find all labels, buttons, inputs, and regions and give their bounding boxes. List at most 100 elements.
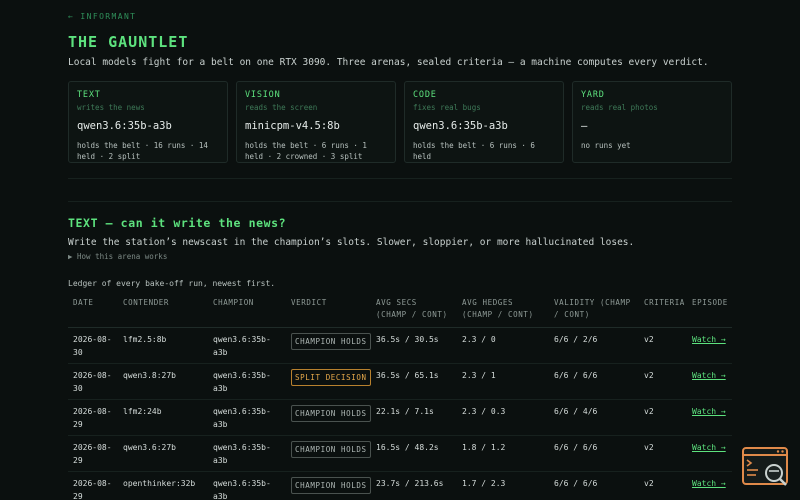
col-header-avg-hedges: AVG HEDGES (CHAMP / CONT) [457, 294, 549, 328]
col-header-validity: VALIDITY (CHAMP / CONT) [549, 294, 639, 328]
cell-validity: 6/6 / 6/6 [549, 363, 639, 400]
cell-validity: 6/6 / 2/6 [549, 327, 639, 364]
cell-episode: Watch → [687, 399, 732, 436]
divider [68, 178, 732, 179]
cell-verdict: SPLIT DECISION [286, 363, 371, 400]
section-description: Write the station’s newscast in the cham… [68, 237, 635, 248]
cell-criteria: v2 [639, 399, 687, 436]
cell-validity: 6/6 / 6/6 [549, 471, 639, 500]
arena-card-desc: reads the screen [245, 103, 318, 112]
cell-verdict: CHAMPION HOLDS [286, 399, 371, 436]
arena-card-desc: writes the news [77, 103, 145, 112]
ledger-body: 2026-08-30 lfm2.5:8b qwen3.6:35b-a3b CHA… [68, 327, 732, 500]
table-row: 2026-08-30 lfm2.5:8b qwen3.6:35b-a3b CHA… [68, 327, 732, 364]
cell-hedges: 2.3 / 0 [457, 327, 549, 364]
cell-contender: openthinker:32b [118, 471, 208, 500]
cell-hedges: 2.3 / 1 [457, 363, 549, 400]
cell-secs: 36.5s / 30.5s [371, 327, 457, 364]
watch-episode-link[interactable]: Watch → [692, 335, 726, 344]
cell-champion: qwen3.6:35b-a3b [208, 435, 286, 472]
verdict-badge: SPLIT DECISION [291, 369, 371, 386]
col-header-episode: EPISODE [687, 294, 732, 328]
watch-episode-link[interactable]: Watch → [692, 443, 726, 452]
ledger-caption: Ledger of every bake-off run, newest fir… [68, 279, 276, 288]
cell-episode: Watch → [687, 435, 732, 472]
cell-date: 2026-08-30 [68, 327, 118, 364]
cell-contender: lfm2:24b [118, 399, 208, 436]
ledger-header-row: DATE CONTENDER CHAMPION VERDICT AVG SECS… [68, 294, 732, 328]
cell-date: 2026-08-29 [68, 435, 118, 472]
cell-criteria: v2 [639, 327, 687, 364]
cell-date: 2026-08-30 [68, 363, 118, 400]
cell-champion: qwen3.6:35b-a3b [208, 327, 286, 364]
terminal-search-icon-graphic [742, 447, 788, 486]
cell-verdict: CHAMPION HOLDS [286, 327, 371, 364]
table-row: 2026-08-29 qwen3.6:27b qwen3.6:35b-a3b C… [68, 435, 732, 472]
arena-card-champion: — [581, 120, 588, 132]
back-link-informant[interactable]: ← INFORMANT [68, 12, 136, 21]
arena-card-label: TEXT [77, 90, 101, 100]
cell-criteria: v2 [639, 471, 687, 500]
arena-cards: TEXT writes the news qwen3.6:35b-a3b hol… [68, 81, 732, 165]
cell-validity: 6/6 / 4/6 [549, 399, 639, 436]
cell-champion: qwen3.6:35b-a3b [208, 363, 286, 400]
arena-card-yard[interactable]: YARD reads real photos — no runs yet [572, 81, 732, 163]
cell-episode: Watch → [687, 363, 732, 400]
col-header-criteria: CRITERIA [639, 294, 687, 328]
cell-contender: lfm2.5:8b [118, 327, 208, 364]
verdict-badge: CHAMPION HOLDS [291, 405, 371, 422]
cell-criteria: v2 [639, 363, 687, 400]
cell-secs: 22.1s / 7.1s [371, 399, 457, 436]
col-header-verdict: VERDICT [286, 294, 371, 328]
arena-card-label: CODE [413, 90, 437, 100]
table-row: 2026-08-30 qwen3.8:27b qwen3.6:35b-a3b S… [68, 363, 732, 400]
how-arena-works-toggle[interactable]: ▶ How this arena works [68, 252, 167, 261]
cell-hedges: 1.7 / 2.3 [457, 471, 549, 500]
watch-episode-link[interactable]: Watch → [692, 371, 726, 380]
cell-hedges: 2.3 / 0.3 [457, 399, 549, 436]
verdict-badge: CHAMPION HOLDS [291, 477, 371, 494]
arena-card-code[interactable]: CODE fixes real bugs qwen3.6:35b-a3b hol… [404, 81, 564, 163]
cell-verdict: CHAMPION HOLDS [286, 435, 371, 472]
cell-episode: Watch → [687, 471, 732, 500]
col-header-avg-secs: AVG SECS (CHAMP / CONT) [371, 294, 457, 328]
divider [68, 201, 732, 202]
ledger-table: DATE CONTENDER CHAMPION VERDICT AVG SECS… [68, 294, 732, 500]
cell-contender: qwen3.6:27b [118, 435, 208, 472]
cell-date: 2026-08-29 [68, 399, 118, 436]
arena-card-stats: holds the belt · 6 runs · 1 held · 2 cro… [245, 141, 367, 161]
watch-episode-link[interactable]: Watch → [692, 479, 726, 488]
page-subtitle: Local models fight for a belt on one RTX… [68, 57, 709, 68]
cell-validity: 6/6 / 6/6 [549, 435, 639, 472]
watch-episode-link[interactable]: Watch → [692, 407, 726, 416]
cell-contender: qwen3.8:27b [118, 363, 208, 400]
arena-card-desc: fixes real bugs [413, 103, 481, 112]
verdict-badge: CHAMPION HOLDS [291, 333, 371, 350]
cell-criteria: v2 [639, 435, 687, 472]
cell-verdict: CHAMPION HOLDS [286, 471, 371, 500]
arena-card-stats: no runs yet [581, 141, 631, 150]
gauntlet-page: ← INFORMANT THE GAUNTLET Local models fi… [0, 0, 800, 500]
arena-card-stats: holds the belt · 6 runs · 6 held [413, 141, 535, 161]
page-title: THE GAUNTLET [68, 33, 189, 51]
arena-card-stats: holds the belt · 16 runs · 14 held · 2 s… [77, 141, 208, 161]
arena-card-text[interactable]: TEXT writes the news qwen3.6:35b-a3b hol… [68, 81, 228, 163]
col-header-contender: CONTENDER [118, 294, 208, 328]
cell-champion: qwen3.6:35b-a3b [208, 399, 286, 436]
arena-card-champion: qwen3.6:35b-a3b [77, 120, 172, 132]
arena-card-vision[interactable]: VISION reads the screen minicpm-v4.5:8b … [236, 81, 396, 163]
cell-champion: qwen3.6:35b-a3b [208, 471, 286, 500]
ledger-header: DATE CONTENDER CHAMPION VERDICT AVG SECS… [68, 294, 732, 328]
arena-card-label: YARD [581, 90, 605, 100]
cell-secs: 16.5s / 48.2s [371, 435, 457, 472]
verdict-badge: CHAMPION HOLDS [291, 441, 371, 458]
arena-card-desc: reads real photos [581, 103, 658, 112]
cell-hedges: 1.8 / 1.2 [457, 435, 549, 472]
table-row: 2026-08-29 lfm2:24b qwen3.6:35b-a3b CHAM… [68, 399, 732, 436]
table-row: 2026-08-29 openthinker:32b qwen3.6:35b-a… [68, 471, 732, 500]
arena-card-label: VISION [245, 90, 281, 100]
cell-date: 2026-08-29 [68, 471, 118, 500]
arena-card-champion: qwen3.6:35b-a3b [413, 120, 508, 132]
cell-episode: Watch → [687, 327, 732, 364]
terminal-search-icon[interactable] [742, 447, 790, 487]
